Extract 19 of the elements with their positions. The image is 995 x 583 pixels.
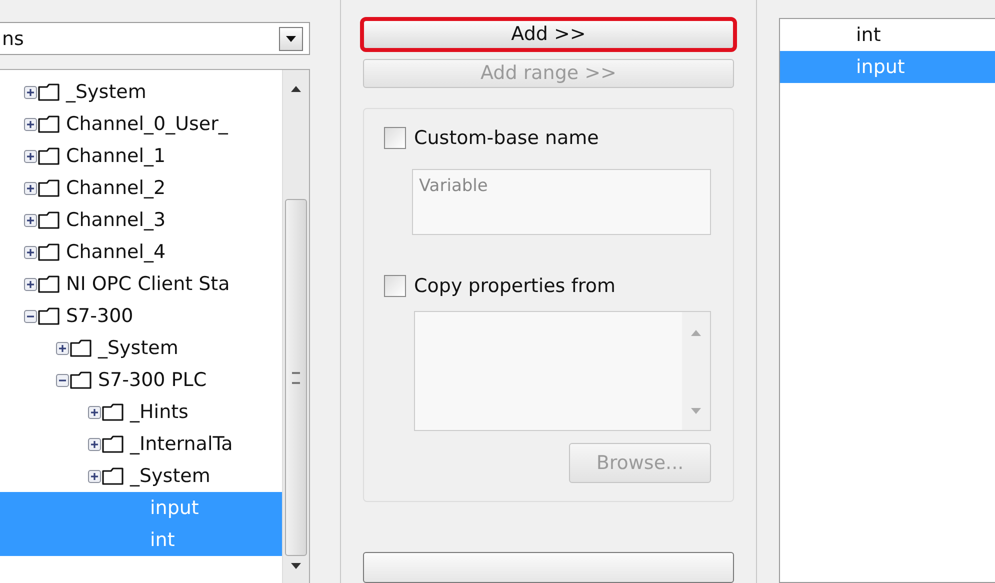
tree-item[interactable]: S7-300 xyxy=(0,300,282,332)
tree-item[interactable]: _Hints xyxy=(0,396,282,428)
tree-item[interactable]: Channel_2 xyxy=(0,172,282,204)
tree-item[interactable]: _System xyxy=(0,460,282,492)
tree-item[interactable]: S7-300 PLC xyxy=(0,364,282,396)
tree-item[interactable]: Channel_1 xyxy=(0,140,282,172)
tree-item[interactable]: _System xyxy=(0,332,282,364)
checkbox-label: Custom-base name xyxy=(414,126,599,149)
tree-item[interactable]: Channel_4 xyxy=(0,236,282,268)
source-dropdown[interactable]: ns xyxy=(0,22,310,55)
checkbox-label: Copy properties from xyxy=(414,274,616,297)
tree-item[interactable]: NI OPC Client Sta xyxy=(0,268,282,300)
tree-item[interactable]: Channel_0_User_ xyxy=(0,108,282,140)
tree-item[interactable]: Channel_3 xyxy=(0,204,282,236)
tree-item[interactable]: _InternalTa xyxy=(0,428,282,460)
list-item[interactable]: int xyxy=(780,19,995,51)
base-name-field[interactable]: Variable xyxy=(412,168,711,235)
tree-item[interactable]: _System xyxy=(0,76,282,108)
add-button[interactable]: Add >> xyxy=(363,20,734,49)
